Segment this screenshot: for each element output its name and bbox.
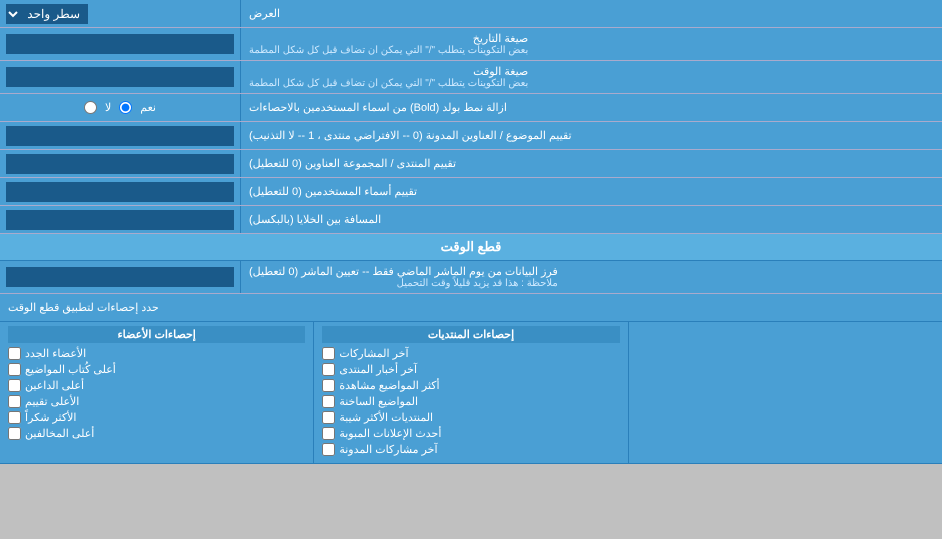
users-order-input[interactable]: 0 xyxy=(6,182,234,202)
date-format-label: صيغة التاريخ xyxy=(249,32,528,45)
list-item: الأعضاء الجدد xyxy=(8,347,305,360)
cb-classifieds[interactable] xyxy=(322,427,335,440)
display-dropdown[interactable]: سطر واحدسطرينثلاثة أسطر xyxy=(6,4,88,24)
list-item: أحدث الإعلانات المبوبة xyxy=(322,427,619,440)
list-item: أكثر المواضيع مشاهدة xyxy=(322,379,619,392)
forum-order-label: تقييم المنتدى / المجموعة العناوين (0 للت… xyxy=(249,157,456,170)
limit-label: حدد إحصاءات لتطبيق قطع الوقت xyxy=(8,301,159,314)
header-title: العرض xyxy=(249,7,280,20)
list-item: المنتديات الأكثر شيبة xyxy=(322,411,619,424)
bold-no-radio[interactable] xyxy=(84,101,97,114)
bold-remove-label: ازالة نمط بولد (Bold) من اسماء المستخدمي… xyxy=(249,101,507,114)
list-item: الأكثر شكراً xyxy=(8,411,305,424)
time-cut-input[interactable]: 0 xyxy=(6,267,234,287)
forum-order-input[interactable]: 33 xyxy=(6,154,234,174)
cb-most-thanked[interactable] xyxy=(8,411,21,424)
topics-order-input[interactable]: 33 xyxy=(6,126,234,146)
cb-top-violators[interactable] xyxy=(8,427,21,440)
time-cut-label: فرز البيانات من يوم الماشر الماضي فقط --… xyxy=(249,265,558,278)
list-item: أعلى كُتاب المواضيع xyxy=(8,363,305,376)
time-format-label: صيغة الوقت xyxy=(249,65,528,78)
cb-hot-topics[interactable] xyxy=(322,395,335,408)
topics-order-label: تقييم الموضوع / العناوين المدونة (0 -- ا… xyxy=(249,129,572,142)
list-item: آخر مشاركات المدونة xyxy=(322,443,619,456)
cb-blog-posts[interactable] xyxy=(322,443,335,456)
time-cut-sublabel: ملاحظة : هذا قد يزيد قليلاً وقت التحميل xyxy=(249,278,558,289)
list-item: أعلى الداعين xyxy=(8,379,305,392)
date-format-input[interactable]: d-m xyxy=(6,34,234,54)
section-time-title: قطع الوقت xyxy=(441,239,502,254)
bold-yes-label: نعم xyxy=(140,101,156,114)
cb-most-viewed[interactable] xyxy=(322,379,335,392)
bold-no-label: لا xyxy=(105,101,111,114)
col1-header: إحصاءات الأعضاء xyxy=(8,326,305,343)
cb-new-members[interactable] xyxy=(8,347,21,360)
time-format-sublabel: بعض التكوينات يتطلب "/" التي يمكن ان تضا… xyxy=(249,78,528,89)
cells-spacing-input[interactable]: 2 xyxy=(6,210,234,230)
cb-most-forums[interactable] xyxy=(322,411,335,424)
cb-top-rated[interactable] xyxy=(8,395,21,408)
list-item: آخر المشاركات xyxy=(322,347,619,360)
list-item: الأعلى تقييم xyxy=(8,395,305,408)
cb-top-posters[interactable] xyxy=(8,363,21,376)
cells-spacing-label: المسافة بين الخلايا (بالبكسل) xyxy=(249,213,381,226)
list-item: أعلى المخالفين xyxy=(8,427,305,440)
list-item: المواضيع الساخنة xyxy=(322,395,619,408)
bold-yes-radio[interactable] xyxy=(119,101,132,114)
list-item: آخر أخبار المنتدى xyxy=(322,363,619,376)
cb-forum-news[interactable] xyxy=(322,363,335,376)
time-format-input[interactable]: H:i xyxy=(6,67,234,87)
cb-last-posts[interactable] xyxy=(322,347,335,360)
col2-header: إحصاءات المنتديات xyxy=(322,326,619,343)
cb-top-referrers[interactable] xyxy=(8,379,21,392)
date-format-sublabel: بعض التكوينات يتطلب "/" التي يمكن ان تضا… xyxy=(249,45,528,56)
users-order-label: تقييم أسماء المستخدمين (0 للتعطيل) xyxy=(249,185,417,198)
